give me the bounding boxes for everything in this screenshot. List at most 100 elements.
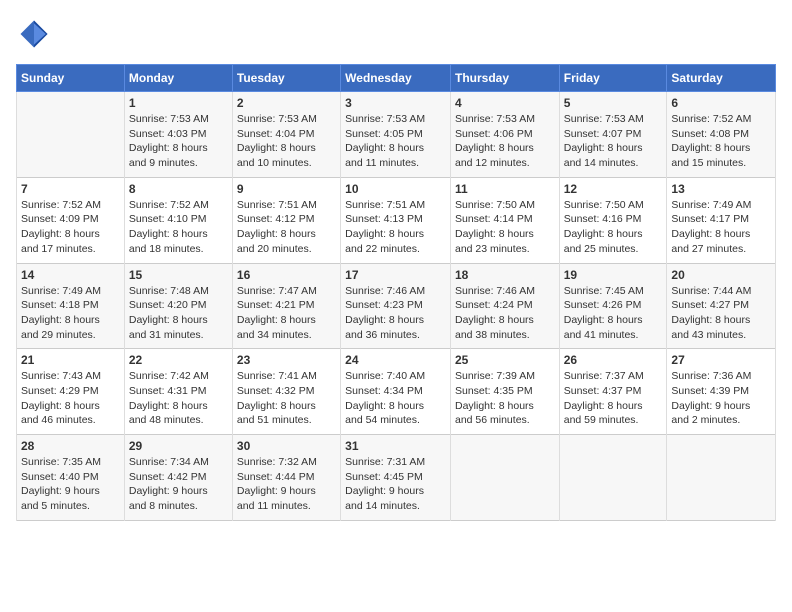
day-info: Sunrise: 7:35 AMSunset: 4:40 PMDaylight:… xyxy=(21,455,120,514)
day-info: Sunrise: 7:53 AMSunset: 4:06 PMDaylight:… xyxy=(455,112,555,171)
day-cell: 24 Sunrise: 7:40 AMSunset: 4:34 PMDayligh… xyxy=(341,349,451,435)
day-cell: 8Sunrise: 7:52 AMSunset: 4:10 PMDaylight… xyxy=(124,177,232,263)
day-info: Sunrise: 7:52 AMSunset: 4:09 PMDaylight:… xyxy=(21,198,120,257)
day-info: Sunrise: 7:48 AMSunset: 4:20 PMDaylight:… xyxy=(129,284,228,343)
day-cell: 23 Sunrise: 7:41 AMSunset: 4:32 PMDayligh… xyxy=(232,349,340,435)
header-thursday: Thursday xyxy=(450,65,559,92)
header-wednesday: Wednesday xyxy=(341,65,451,92)
day-cell: 11 Sunrise: 7:50 AMSunset: 4:14 PMDayligh… xyxy=(450,177,559,263)
day-number: 10 xyxy=(345,182,446,196)
day-info: Sunrise: 7:39 AMSunset: 4:35 PMDaylight:… xyxy=(455,369,555,428)
day-number: 25 xyxy=(455,353,555,367)
day-number: 31 xyxy=(345,439,446,453)
day-info: Sunrise: 7:49 AMSunset: 4:18 PMDaylight:… xyxy=(21,284,120,343)
header-saturday: Saturday xyxy=(667,65,776,92)
day-info: Sunrise: 7:45 AMSunset: 4:26 PMDaylight:… xyxy=(564,284,663,343)
day-info: Sunrise: 7:52 AMSunset: 4:10 PMDaylight:… xyxy=(129,198,228,257)
day-number: 5 xyxy=(564,96,663,110)
day-cell: 31 Sunrise: 7:31 AMSunset: 4:45 PMDayligh… xyxy=(341,435,451,521)
day-number: 24 xyxy=(345,353,446,367)
day-cell: 5 Sunrise: 7:53 AMSunset: 4:07 PMDaylight… xyxy=(559,92,667,178)
day-info: Sunrise: 7:51 AMSunset: 4:13 PMDaylight:… xyxy=(345,198,446,257)
day-number: 30 xyxy=(237,439,336,453)
day-number: 28 xyxy=(21,439,120,453)
calendar-table: SundayMondayTuesdayWednesdayThursdayFrid… xyxy=(16,64,776,521)
calendar-header-row: SundayMondayTuesdayWednesdayThursdayFrid… xyxy=(17,65,776,92)
day-number: 21 xyxy=(21,353,120,367)
day-number: 16 xyxy=(237,268,336,282)
day-number: 17 xyxy=(345,268,446,282)
day-info: Sunrise: 7:50 AMSunset: 4:16 PMDaylight:… xyxy=(564,198,663,257)
day-info: Sunrise: 7:51 AMSunset: 4:12 PMDaylight:… xyxy=(237,198,336,257)
day-info: Sunrise: 7:46 AMSunset: 4:24 PMDaylight:… xyxy=(455,284,555,343)
day-info: Sunrise: 7:37 AMSunset: 4:37 PMDaylight:… xyxy=(564,369,663,428)
day-info: Sunrise: 7:32 AMSunset: 4:44 PMDaylight:… xyxy=(237,455,336,514)
day-number: 7 xyxy=(21,182,120,196)
day-number: 2 xyxy=(237,96,336,110)
day-cell: 13 Sunrise: 7:49 AMSunset: 4:17 PMDayligh… xyxy=(667,177,776,263)
week-row-2: 7 Sunrise: 7:52 AMSunset: 4:09 PMDaylight… xyxy=(17,177,776,263)
day-number: 20 xyxy=(671,268,771,282)
day-number: 9 xyxy=(237,182,336,196)
logo-icon xyxy=(16,16,52,52)
day-info: Sunrise: 7:40 AMSunset: 4:34 PMDaylight:… xyxy=(345,369,446,428)
week-row-5: 28 Sunrise: 7:35 AMSunset: 4:40 PMDayligh… xyxy=(17,435,776,521)
day-cell xyxy=(450,435,559,521)
page-header xyxy=(16,16,776,52)
day-info: Sunrise: 7:31 AMSunset: 4:45 PMDaylight:… xyxy=(345,455,446,514)
day-info: Sunrise: 7:53 AMSunset: 4:04 PMDaylight:… xyxy=(237,112,336,171)
day-number: 18 xyxy=(455,268,555,282)
header-tuesday: Tuesday xyxy=(232,65,340,92)
day-info: Sunrise: 7:52 AMSunset: 4:08 PMDaylight:… xyxy=(671,112,771,171)
day-info: Sunrise: 7:41 AMSunset: 4:32 PMDaylight:… xyxy=(237,369,336,428)
day-cell: 12Sunrise: 7:50 AMSunset: 4:16 PMDayligh… xyxy=(559,177,667,263)
day-number: 1 xyxy=(129,96,228,110)
day-info: Sunrise: 7:46 AMSunset: 4:23 PMDaylight:… xyxy=(345,284,446,343)
day-cell: 15 Sunrise: 7:48 AMSunset: 4:20 PMDayligh… xyxy=(124,263,232,349)
day-cell: 9 Sunrise: 7:51 AMSunset: 4:12 PMDaylight… xyxy=(232,177,340,263)
day-number: 15 xyxy=(129,268,228,282)
day-number: 13 xyxy=(671,182,771,196)
day-number: 23 xyxy=(237,353,336,367)
day-number: 29 xyxy=(129,439,228,453)
week-row-1: 1 Sunrise: 7:53 AMSunset: 4:03 PMDaylight… xyxy=(17,92,776,178)
day-number: 26 xyxy=(564,353,663,367)
day-cell: 19 Sunrise: 7:45 AMSunset: 4:26 PMDayligh… xyxy=(559,263,667,349)
header-sunday: Sunday xyxy=(17,65,125,92)
day-cell xyxy=(667,435,776,521)
day-info: Sunrise: 7:53 AMSunset: 4:03 PMDaylight:… xyxy=(129,112,228,171)
day-cell: 7 Sunrise: 7:52 AMSunset: 4:09 PMDaylight… xyxy=(17,177,125,263)
day-info: Sunrise: 7:42 AMSunset: 4:31 PMDaylight:… xyxy=(129,369,228,428)
day-number: 14 xyxy=(21,268,120,282)
day-number: 11 xyxy=(455,182,555,196)
day-info: Sunrise: 7:43 AMSunset: 4:29 PMDaylight:… xyxy=(21,369,120,428)
day-info: Sunrise: 7:47 AMSunset: 4:21 PMDaylight:… xyxy=(237,284,336,343)
day-info: Sunrise: 7:53 AMSunset: 4:05 PMDaylight:… xyxy=(345,112,446,171)
header-friday: Friday xyxy=(559,65,667,92)
day-number: 19 xyxy=(564,268,663,282)
day-cell xyxy=(17,92,125,178)
logo xyxy=(16,16,56,52)
day-cell: 25 Sunrise: 7:39 AMSunset: 4:35 PMDayligh… xyxy=(450,349,559,435)
day-cell: 3Sunrise: 7:53 AMSunset: 4:05 PMDaylight… xyxy=(341,92,451,178)
day-info: Sunrise: 7:34 AMSunset: 4:42 PMDaylight:… xyxy=(129,455,228,514)
day-info: Sunrise: 7:50 AMSunset: 4:14 PMDaylight:… xyxy=(455,198,555,257)
day-cell: 22 Sunrise: 7:42 AMSunset: 4:31 PMDayligh… xyxy=(124,349,232,435)
day-number: 27 xyxy=(671,353,771,367)
day-cell: 28 Sunrise: 7:35 AMSunset: 4:40 PMDayligh… xyxy=(17,435,125,521)
day-info: Sunrise: 7:53 AMSunset: 4:07 PMDaylight:… xyxy=(564,112,663,171)
day-cell: 17 Sunrise: 7:46 AMSunset: 4:23 PMDayligh… xyxy=(341,263,451,349)
day-number: 22 xyxy=(129,353,228,367)
day-number: 4 xyxy=(455,96,555,110)
day-info: Sunrise: 7:36 AMSunset: 4:39 PMDaylight:… xyxy=(671,369,771,428)
day-cell: 29 Sunrise: 7:34 AMSunset: 4:42 PMDayligh… xyxy=(124,435,232,521)
day-cell: 21 Sunrise: 7:43 AMSunset: 4:29 PMDayligh… xyxy=(17,349,125,435)
day-info: Sunrise: 7:49 AMSunset: 4:17 PMDaylight:… xyxy=(671,198,771,257)
day-cell: 27 Sunrise: 7:36 AMSunset: 4:39 PMDayligh… xyxy=(667,349,776,435)
day-cell: 2 Sunrise: 7:53 AMSunset: 4:04 PMDaylight… xyxy=(232,92,340,178)
day-cell xyxy=(559,435,667,521)
day-cell: 16 Sunrise: 7:47 AMSunset: 4:21 PMDayligh… xyxy=(232,263,340,349)
day-number: 6 xyxy=(671,96,771,110)
day-cell: 10 Sunrise: 7:51 AMSunset: 4:13 PMDayligh… xyxy=(341,177,451,263)
day-cell: 1 Sunrise: 7:53 AMSunset: 4:03 PMDaylight… xyxy=(124,92,232,178)
